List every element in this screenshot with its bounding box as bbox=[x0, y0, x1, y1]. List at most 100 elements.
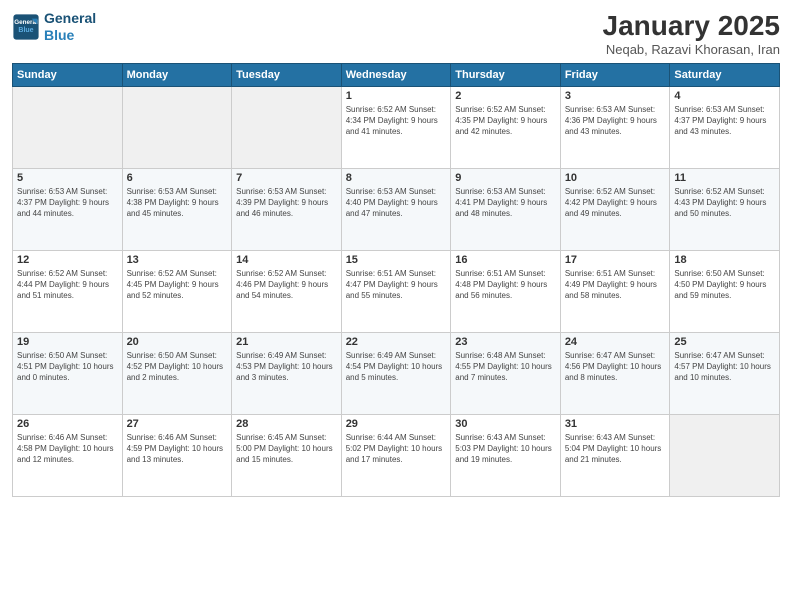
day-number: 22 bbox=[346, 336, 447, 348]
day-number: 11 bbox=[674, 172, 775, 184]
logo-text-blue: Blue bbox=[44, 27, 96, 44]
weekday-header-wednesday: Wednesday bbox=[341, 64, 451, 87]
calendar-cell: 28 Sunrise: 6:45 AM Sunset: 5:00 PM Dayli… bbox=[232, 415, 342, 497]
calendar-cell: 12Sunrise: 6:52 AM Sunset: 4:44 PM Dayli… bbox=[13, 251, 123, 333]
day-info: Sunrise: 6:49 AM Sunset: 4:54 PM Dayligh… bbox=[346, 350, 447, 384]
calendar-cell: 9Sunrise: 6:53 AM Sunset: 4:41 PM Daylig… bbox=[451, 169, 561, 251]
day-info: Sunrise: 6:45 AM Sunset: 5:00 PM Dayligh… bbox=[236, 432, 337, 466]
day-info: Sunrise: 6:43 AM Sunset: 5:04 PM Dayligh… bbox=[565, 432, 666, 466]
day-number: 25 bbox=[674, 336, 775, 348]
day-info: Sunrise: 6:52 AM Sunset: 4:46 PM Dayligh… bbox=[236, 268, 337, 302]
calendar-cell: 10 Sunrise: 6:52 AM Sunset: 4:42 PM Dayli… bbox=[560, 169, 670, 251]
calendar-cell bbox=[670, 415, 780, 497]
calendar-cell: 14Sunrise: 6:52 AM Sunset: 4:46 PM Dayli… bbox=[232, 251, 342, 333]
day-info: Sunrise: 6:50 AM Sunset: 4:52 PM Dayligh… bbox=[127, 350, 228, 384]
day-info: Sunrise: 6:52 AM Sunset: 4:35 PM Dayligh… bbox=[455, 104, 556, 138]
day-number: 18 bbox=[674, 254, 775, 266]
weekday-header-row: SundayMondayTuesdayWednesdayThursdayFrid… bbox=[13, 64, 780, 87]
day-info: Sunrise: 6:47 AM Sunset: 4:57 PM Dayligh… bbox=[674, 350, 775, 384]
day-info: Sunrise: 6:51 AM Sunset: 4:47 PM Dayligh… bbox=[346, 268, 447, 302]
calendar-cell: 1 Sunrise: 6:52 AM Sunset: 4:34 PM Daylig… bbox=[341, 87, 451, 169]
day-number: 30 bbox=[455, 418, 556, 430]
calendar-cell: 30 Sunrise: 6:43 AM Sunset: 5:03 PM Dayli… bbox=[451, 415, 561, 497]
calendar-week-row: 5Sunrise: 6:53 AM Sunset: 4:37 PM Daylig… bbox=[13, 169, 780, 251]
calendar-cell: 31Sunrise: 6:43 AM Sunset: 5:04 PM Dayli… bbox=[560, 415, 670, 497]
day-number: 12 bbox=[17, 254, 118, 266]
calendar-cell: 24 Sunrise: 6:47 AM Sunset: 4:56 PM Dayli… bbox=[560, 333, 670, 415]
calendar-cell: 7 Sunrise: 6:53 AM Sunset: 4:39 PM Daylig… bbox=[232, 169, 342, 251]
day-number: 13 bbox=[127, 254, 228, 266]
day-info: Sunrise: 6:52 AM Sunset: 4:34 PM Dayligh… bbox=[346, 104, 447, 138]
calendar-cell: 2 Sunrise: 6:52 AM Sunset: 4:35 PM Daylig… bbox=[451, 87, 561, 169]
weekday-header-tuesday: Tuesday bbox=[232, 64, 342, 87]
day-number: 29 bbox=[346, 418, 447, 430]
calendar-cell: 16 Sunrise: 6:51 AM Sunset: 4:48 PM Dayli… bbox=[451, 251, 561, 333]
header: General Blue General Blue January 2025 N… bbox=[12, 10, 780, 57]
logo: General Blue General Blue bbox=[12, 10, 96, 44]
calendar-cell: 8 Sunrise: 6:53 AM Sunset: 4:40 PM Daylig… bbox=[341, 169, 451, 251]
day-number: 23 bbox=[455, 336, 556, 348]
day-number: 9 bbox=[455, 172, 556, 184]
calendar-cell bbox=[232, 87, 342, 169]
day-number: 2 bbox=[455, 90, 556, 102]
calendar-week-row: 1 Sunrise: 6:52 AM Sunset: 4:34 PM Daylig… bbox=[13, 87, 780, 169]
calendar-title: January 2025 bbox=[603, 10, 780, 42]
title-block: January 2025 Neqab, Razavi Khorasan, Ira… bbox=[603, 10, 780, 57]
day-number: 7 bbox=[236, 172, 337, 184]
logo-text-general: General bbox=[44, 10, 96, 27]
day-number: 10 bbox=[565, 172, 666, 184]
weekday-header-sunday: Sunday bbox=[13, 64, 123, 87]
day-info: Sunrise: 6:46 AM Sunset: 4:58 PM Dayligh… bbox=[17, 432, 118, 466]
calendar-week-row: 12Sunrise: 6:52 AM Sunset: 4:44 PM Dayli… bbox=[13, 251, 780, 333]
day-info: Sunrise: 6:50 AM Sunset: 4:51 PM Dayligh… bbox=[17, 350, 118, 384]
day-info: Sunrise: 6:52 AM Sunset: 4:45 PM Dayligh… bbox=[127, 268, 228, 302]
day-info: Sunrise: 6:50 AM Sunset: 4:50 PM Dayligh… bbox=[674, 268, 775, 302]
calendar-table: SundayMondayTuesdayWednesdayThursdayFrid… bbox=[12, 63, 780, 497]
day-number: 24 bbox=[565, 336, 666, 348]
day-info: Sunrise: 6:43 AM Sunset: 5:03 PM Dayligh… bbox=[455, 432, 556, 466]
day-number: 26 bbox=[17, 418, 118, 430]
day-number: 28 bbox=[236, 418, 337, 430]
day-number: 3 bbox=[565, 90, 666, 102]
svg-text:Blue: Blue bbox=[18, 27, 33, 34]
calendar-cell: 4Sunrise: 6:53 AM Sunset: 4:37 PM Daylig… bbox=[670, 87, 780, 169]
calendar-subtitle: Neqab, Razavi Khorasan, Iran bbox=[603, 42, 780, 57]
calendar-cell: 17 Sunrise: 6:51 AM Sunset: 4:49 PM Dayli… bbox=[560, 251, 670, 333]
weekday-header-thursday: Thursday bbox=[451, 64, 561, 87]
day-info: Sunrise: 6:52 AM Sunset: 4:42 PM Dayligh… bbox=[565, 186, 666, 220]
weekday-header-friday: Friday bbox=[560, 64, 670, 87]
day-info: Sunrise: 6:52 AM Sunset: 4:43 PM Dayligh… bbox=[674, 186, 775, 220]
day-info: Sunrise: 6:53 AM Sunset: 4:40 PM Dayligh… bbox=[346, 186, 447, 220]
weekday-header-monday: Monday bbox=[122, 64, 232, 87]
day-info: Sunrise: 6:53 AM Sunset: 4:36 PM Dayligh… bbox=[565, 104, 666, 138]
day-number: 8 bbox=[346, 172, 447, 184]
day-info: Sunrise: 6:51 AM Sunset: 4:49 PM Dayligh… bbox=[565, 268, 666, 302]
calendar-cell: 15Sunrise: 6:51 AM Sunset: 4:47 PM Dayli… bbox=[341, 251, 451, 333]
day-number: 17 bbox=[565, 254, 666, 266]
calendar-cell: 5Sunrise: 6:53 AM Sunset: 4:37 PM Daylig… bbox=[13, 169, 123, 251]
calendar-cell bbox=[122, 87, 232, 169]
calendar-cell: 6Sunrise: 6:53 AM Sunset: 4:38 PM Daylig… bbox=[122, 169, 232, 251]
calendar-cell: 11 Sunrise: 6:52 AM Sunset: 4:43 PM Dayli… bbox=[670, 169, 780, 251]
day-info: Sunrise: 6:51 AM Sunset: 4:48 PM Dayligh… bbox=[455, 268, 556, 302]
day-info: Sunrise: 6:48 AM Sunset: 4:55 PM Dayligh… bbox=[455, 350, 556, 384]
calendar-cell: 13 Sunrise: 6:52 AM Sunset: 4:45 PM Dayli… bbox=[122, 251, 232, 333]
calendar-cell: 21Sunrise: 6:49 AM Sunset: 4:53 PM Dayli… bbox=[232, 333, 342, 415]
day-number: 6 bbox=[127, 172, 228, 184]
day-number: 19 bbox=[17, 336, 118, 348]
day-number: 4 bbox=[674, 90, 775, 102]
page: General Blue General Blue January 2025 N… bbox=[0, 0, 792, 612]
calendar-cell: 19 Sunrise: 6:50 AM Sunset: 4:51 PM Dayli… bbox=[13, 333, 123, 415]
day-info: Sunrise: 6:49 AM Sunset: 4:53 PM Dayligh… bbox=[236, 350, 337, 384]
calendar-cell: 27Sunrise: 6:46 AM Sunset: 4:59 PM Dayli… bbox=[122, 415, 232, 497]
day-number: 1 bbox=[346, 90, 447, 102]
day-info: Sunrise: 6:44 AM Sunset: 5:02 PM Dayligh… bbox=[346, 432, 447, 466]
calendar-cell: 29 Sunrise: 6:44 AM Sunset: 5:02 PM Dayli… bbox=[341, 415, 451, 497]
day-info: Sunrise: 6:47 AM Sunset: 4:56 PM Dayligh… bbox=[565, 350, 666, 384]
day-number: 20 bbox=[127, 336, 228, 348]
day-info: Sunrise: 6:53 AM Sunset: 4:39 PM Dayligh… bbox=[236, 186, 337, 220]
calendar-cell: 25 Sunrise: 6:47 AM Sunset: 4:57 PM Dayli… bbox=[670, 333, 780, 415]
day-number: 16 bbox=[455, 254, 556, 266]
day-number: 27 bbox=[127, 418, 228, 430]
calendar-cell: 22 Sunrise: 6:49 AM Sunset: 4:54 PM Dayli… bbox=[341, 333, 451, 415]
